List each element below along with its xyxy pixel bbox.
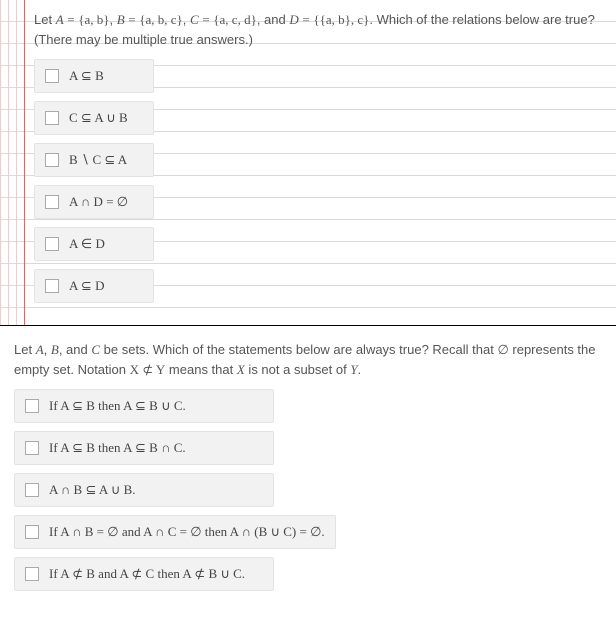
q1-option-4-label: A ∩ D = ∅: [69, 194, 128, 210]
checkbox-icon[interactable]: [45, 279, 59, 293]
set-def-A: {a, b}: [78, 12, 109, 27]
q1-option-6[interactable]: A ⊆ D: [34, 269, 154, 303]
q2-option-5-label: If A ⊄ B and A ⊄ C then A ⊄ B ∪ C.: [49, 566, 245, 582]
checkbox-icon[interactable]: [45, 69, 59, 83]
var-A: A: [56, 12, 64, 27]
checkbox-icon[interactable]: [25, 483, 39, 497]
comma-1: ,: [109, 12, 116, 27]
var-B: B: [117, 12, 125, 27]
q2-and: , and: [59, 342, 92, 357]
q2-option-3[interactable]: A ∩ B ⊆ A ∪ B.: [14, 473, 274, 507]
q1-option-6-label: A ⊆ D: [69, 278, 104, 294]
checkbox-icon[interactable]: [25, 567, 39, 581]
var-C: C: [190, 12, 199, 27]
q2-var-C: C: [91, 342, 100, 357]
q2-var-A: A: [36, 342, 44, 357]
q2-option-2[interactable]: If A ⊆ B then A ⊆ B ∩ C.: [14, 431, 274, 465]
q2-option-1-label: If A ⊆ B then A ⊆ B ∪ C.: [49, 398, 186, 414]
q1-option-3[interactable]: B ∖ C ⊆ A: [34, 143, 154, 177]
checkbox-icon[interactable]: [45, 153, 59, 167]
q1-option-2[interactable]: C ⊆ A ∪ B: [34, 101, 154, 135]
question-1: Let A = {a, b}, B = {a, b, c}, C = {a, c…: [0, 0, 616, 325]
checkbox-icon[interactable]: [25, 441, 39, 455]
q1-option-5-label: A ∈ D: [69, 236, 105, 252]
q2-var-B: B: [51, 342, 59, 357]
q2-option-3-label: A ∩ B ⊆ A ∪ B.: [49, 482, 136, 498]
q1-option-5[interactable]: A ∈ D: [34, 227, 154, 261]
text-let: Let: [34, 12, 56, 27]
q1-option-4[interactable]: A ∩ D = ∅: [34, 185, 154, 219]
q2-var-X: X: [237, 362, 245, 377]
q2-option-2-label: If A ⊆ B then A ⊆ B ∩ C.: [49, 440, 186, 456]
checkbox-icon[interactable]: [45, 195, 59, 209]
var-D: D: [289, 12, 298, 27]
q2-text-2b: means that: [165, 362, 237, 377]
checkbox-icon[interactable]: [45, 237, 59, 251]
eq-2: =: [128, 12, 135, 27]
q2-option-4-label: If A ∩ B = ∅ and A ∩ C = ∅ then A ∩ (B ∪…: [49, 524, 325, 540]
question-2-prompt: Let A, B, and C be sets. Which of the st…: [14, 340, 604, 379]
checkbox-icon[interactable]: [45, 111, 59, 125]
q2-text-2d: .: [358, 362, 362, 377]
q1-option-1-label: A ⊆ B: [69, 68, 104, 84]
eq-4: =: [302, 12, 309, 27]
q2-option-1[interactable]: If A ⊆ B then A ⊆ B ∪ C.: [14, 389, 274, 423]
set-def-C: {a, c, d}: [213, 12, 257, 27]
checkbox-icon[interactable]: [25, 399, 39, 413]
q2-empty-symbol: ∅: [497, 342, 508, 357]
q2-text-1b: be sets. Which of the statements below a…: [100, 342, 497, 357]
q1-option-1[interactable]: A ⊆ B: [34, 59, 154, 93]
q1-option-2-label: C ⊆ A ∪ B: [69, 110, 128, 126]
page: Let A = {a, b}, B = {a, b, c}, C = {a, c…: [0, 0, 616, 613]
question-2: Let A, B, and C be sets. Which of the st…: [0, 325, 616, 613]
q2-text-let: Let: [14, 342, 36, 357]
question-1-prompt: Let A = {a, b}, B = {a, b, c}, C = {a, c…: [34, 10, 604, 49]
eq-3: =: [202, 12, 209, 27]
comma-2: ,: [183, 12, 190, 27]
set-def-B: {a, b, c}: [139, 12, 183, 27]
and-1: , and: [257, 12, 290, 27]
eq-1: =: [67, 12, 74, 27]
q2-option-4[interactable]: If A ∩ B = ∅ and A ∩ C = ∅ then A ∩ (B ∪…: [14, 515, 336, 549]
q2-comma-1: ,: [44, 342, 51, 357]
q2-text-2c: is not a subset of: [245, 362, 351, 377]
question-1-content: Let A = {a, b}, B = {a, b, c}, C = {a, c…: [34, 10, 604, 303]
set-def-D: {{a, b}, c}: [313, 12, 369, 27]
q2-option-5[interactable]: If A ⊄ B and A ⊄ C then A ⊄ B ∪ C.: [14, 557, 274, 591]
q1-option-3-label: B ∖ C ⊆ A: [69, 152, 127, 168]
q2-notation: X ⊄ Y: [130, 362, 166, 377]
q2-var-Y: Y: [350, 362, 357, 377]
checkbox-icon[interactable]: [25, 525, 39, 539]
